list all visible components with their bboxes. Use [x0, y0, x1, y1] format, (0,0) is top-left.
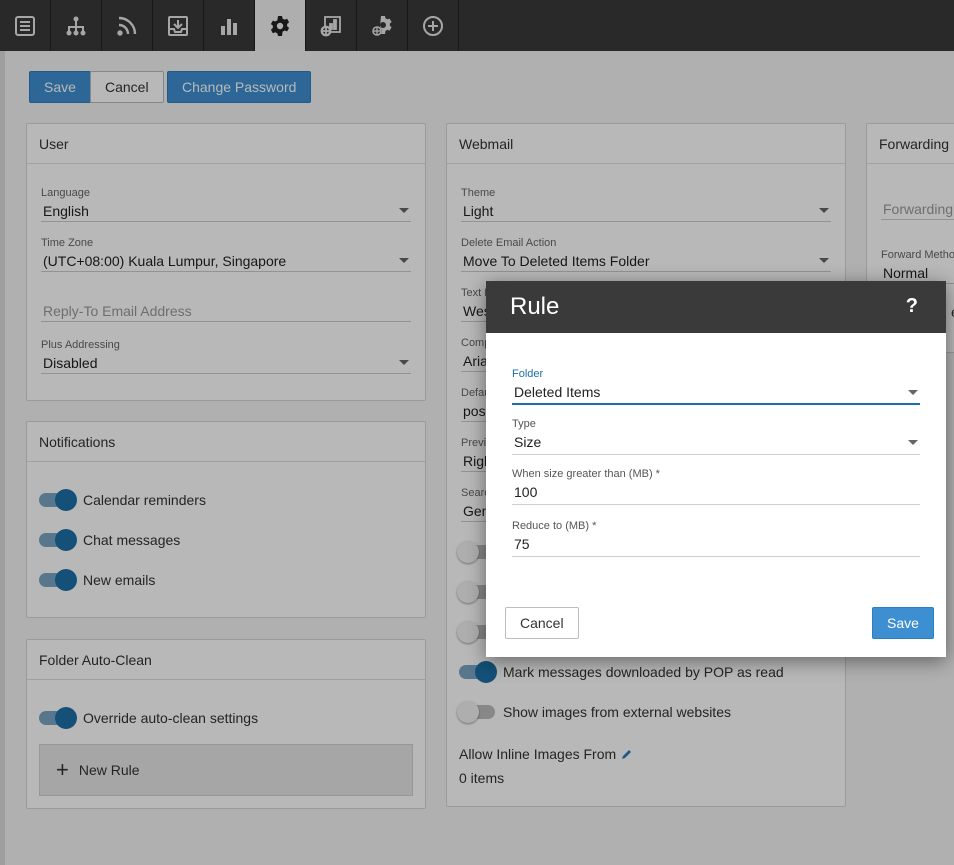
size-greater-label: When size greater than (MB) * — [512, 468, 660, 480]
rule-dialog: Rule ? Folder Deleted Items Type Size Wh… — [486, 281, 946, 657]
type-field[interactable]: Type Size — [512, 417, 920, 455]
size-greater-input[interactable]: 100 — [512, 481, 920, 505]
size-greater-field[interactable]: When size greater than (MB) * 100 — [512, 467, 920, 505]
dialog-save-button[interactable]: Save — [872, 607, 934, 639]
dialog-cancel-button[interactable]: Cancel — [505, 607, 579, 639]
reduce-to-input[interactable]: 75 — [512, 533, 920, 557]
type-label: Type — [512, 418, 536, 430]
help-icon[interactable]: ? — [906, 294, 918, 318]
chevron-down-icon — [908, 440, 918, 445]
folder-label: Folder — [512, 368, 544, 380]
reduce-to-label: Reduce to (MB) * — [512, 520, 597, 532]
rule-dialog-title: Rule — [510, 293, 560, 320]
type-select[interactable]: Size — [512, 431, 920, 455]
folder-field[interactable]: Folder Deleted Items — [512, 367, 920, 405]
rule-dialog-header: Rule ? — [486, 281, 946, 333]
reduce-to-field[interactable]: Reduce to (MB) * 75 — [512, 519, 920, 557]
chevron-down-icon — [908, 390, 918, 395]
folder-select[interactable]: Deleted Items — [512, 381, 920, 405]
